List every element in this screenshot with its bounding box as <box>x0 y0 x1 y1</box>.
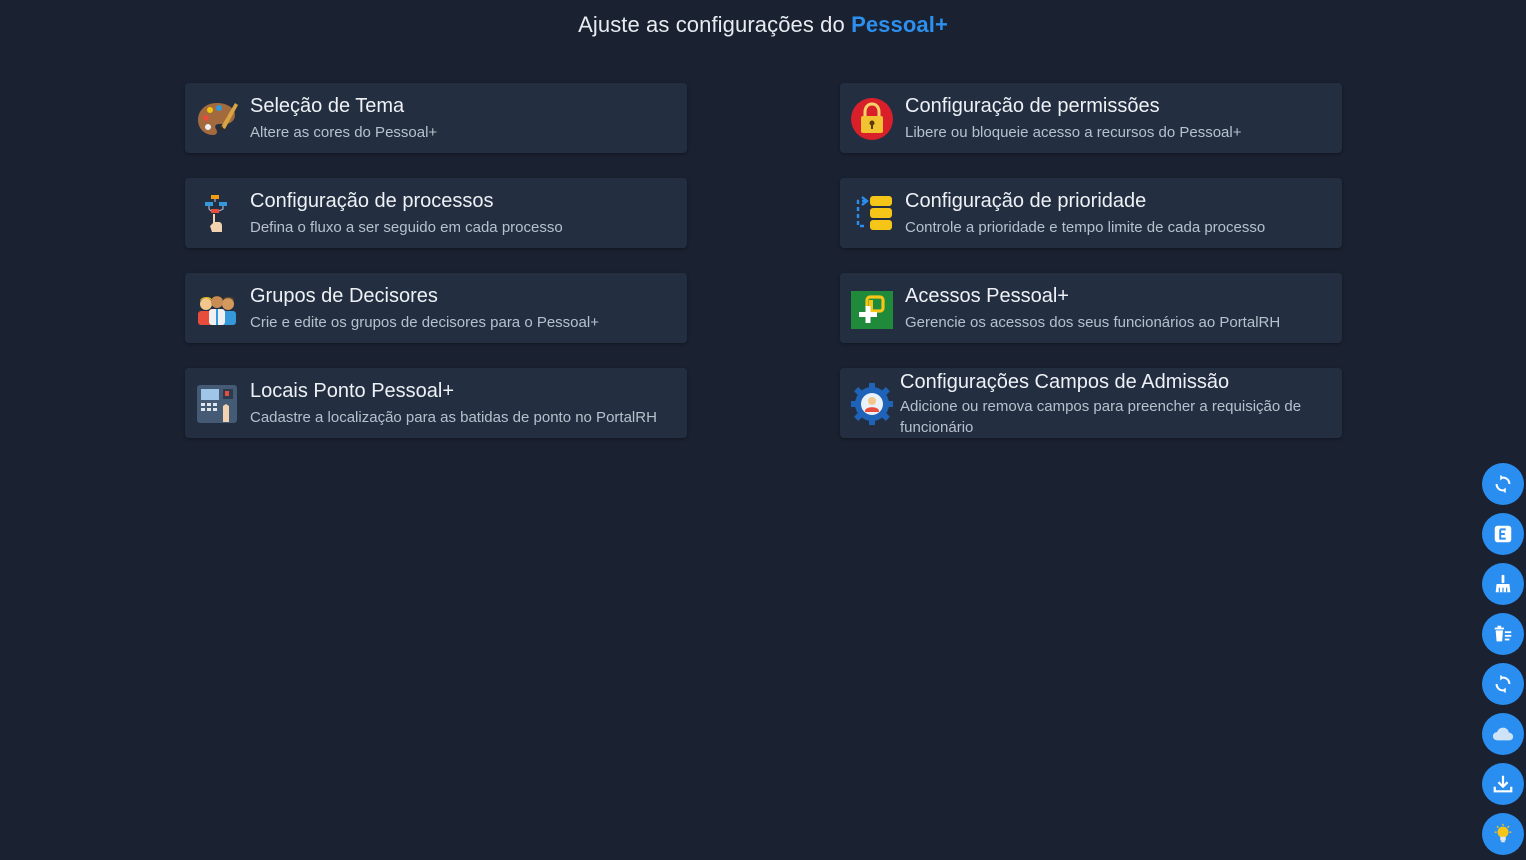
card-title: Locais Ponto Pessoal+ <box>250 380 455 402</box>
card-title: Configurações Campos de Admissão <box>900 371 1230 393</box>
card-description: Adicione ou remova campos para preencher… <box>900 398 1302 436</box>
pessoal-access-icon <box>850 287 894 331</box>
flow-hand-icon <box>195 192 239 236</box>
cloud-icon <box>1492 723 1514 745</box>
lock-icon <box>850 97 894 141</box>
palette-icon <box>195 97 239 141</box>
card-title: Acessos Pessoal+ <box>905 285 1069 307</box>
card-description: Libere ou bloqueie acesso a recursos do … <box>905 124 1242 141</box>
cloud-button[interactable] <box>1482 713 1524 755</box>
clean-button[interactable] <box>1482 563 1524 605</box>
card-pessoal-access[interactable]: Acessos Pessoal+ Gerencie os acessos dos… <box>840 273 1342 343</box>
card-description: Controle a prioridade e tempo limite de … <box>905 219 1266 236</box>
e-badge-button[interactable] <box>1482 513 1524 555</box>
refresh-icon <box>1492 473 1514 495</box>
clear-list-button[interactable] <box>1482 613 1524 655</box>
card-title: Configuração de processos <box>250 190 494 212</box>
refresh-button[interactable] <box>1482 463 1524 505</box>
broom-icon <box>1492 573 1514 595</box>
settings-page: Ajuste as configurações do Pessoal+ Sele… <box>0 0 1526 860</box>
people-group-icon <box>195 287 239 331</box>
card-time-clock-locations[interactable]: Locais Ponto Pessoal+ Cadastre a localiz… <box>185 368 687 438</box>
brand-name: Pessoal+ <box>851 12 948 37</box>
card-description: Cadastre a localização para as batidas d… <box>250 409 657 426</box>
card-permissions[interactable]: Configuração de permissões Libere ou blo… <box>840 83 1342 153</box>
download-icon <box>1492 773 1514 795</box>
card-title: Configuração de prioridade <box>905 190 1147 212</box>
download-button[interactable] <box>1482 763 1524 805</box>
card-description: Gerencie os acessos dos seus funcionário… <box>905 314 1281 331</box>
card-processes[interactable]: Configuração de processos Defina o fluxo… <box>185 178 687 248</box>
tips-button[interactable] <box>1482 813 1524 855</box>
priority-stack-icon <box>850 192 894 236</box>
card-decision-groups[interactable]: Grupos de Decisores Crie e edite os grup… <box>185 273 687 343</box>
card-description: Crie e edite os grupos de decisores para… <box>250 314 599 331</box>
page-title-text: Ajuste as configurações do <box>578 12 845 37</box>
card-title: Grupos de Decisores <box>250 285 438 307</box>
card-description: Altere as cores do Pessoal+ <box>250 124 438 141</box>
page-title: Ajuste as configurações do Pessoal+ <box>0 12 1526 38</box>
e-badge-icon <box>1492 523 1514 545</box>
sync-button[interactable] <box>1482 663 1524 705</box>
sync-icon <box>1492 673 1514 695</box>
card-admission-fields[interactable]: Configurações Campos de Admissão Adicion… <box>840 368 1342 438</box>
card-title: Configuração de permissões <box>905 95 1160 117</box>
time-clock-icon <box>195 382 239 426</box>
card-description: Defina o fluxo a ser seguido em cada pro… <box>250 219 563 236</box>
card-title: Seleção de Tema <box>250 95 405 117</box>
trash-list-icon <box>1492 623 1514 645</box>
user-gear-icon <box>850 382 894 426</box>
card-theme-selection[interactable]: Seleção de Tema Altere as cores do Pesso… <box>185 83 687 153</box>
card-priority[interactable]: Configuração de prioridade Controle a pr… <box>840 178 1342 248</box>
lightbulb-icon <box>1492 823 1514 845</box>
